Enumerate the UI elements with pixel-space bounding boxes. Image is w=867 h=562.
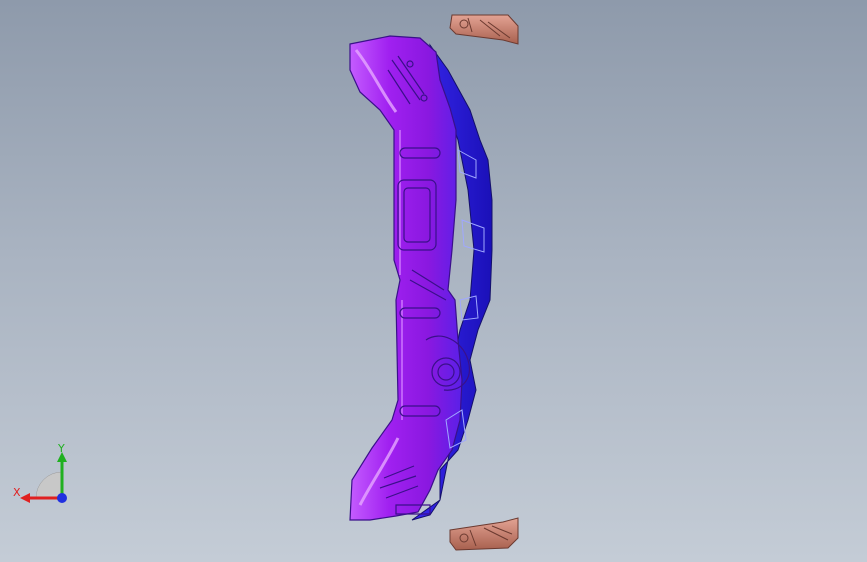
x-axis-head-icon — [20, 493, 30, 503]
3d-model-scene[interactable] — [0, 0, 867, 562]
part-main-body[interactable] — [349, 35, 463, 521]
y-axis-label: Y — [57, 442, 65, 455]
coordinate-triad: Y X — [13, 442, 67, 503]
z-axis-icon — [57, 493, 67, 503]
x-axis-label: X — [13, 486, 21, 499]
triad-plane-icon — [35, 471, 63, 499]
bottom-fixture[interactable] — [449, 517, 519, 551]
graphics-viewport[interactable]: Y X — [0, 0, 867, 562]
top-fixture[interactable] — [449, 14, 519, 45]
